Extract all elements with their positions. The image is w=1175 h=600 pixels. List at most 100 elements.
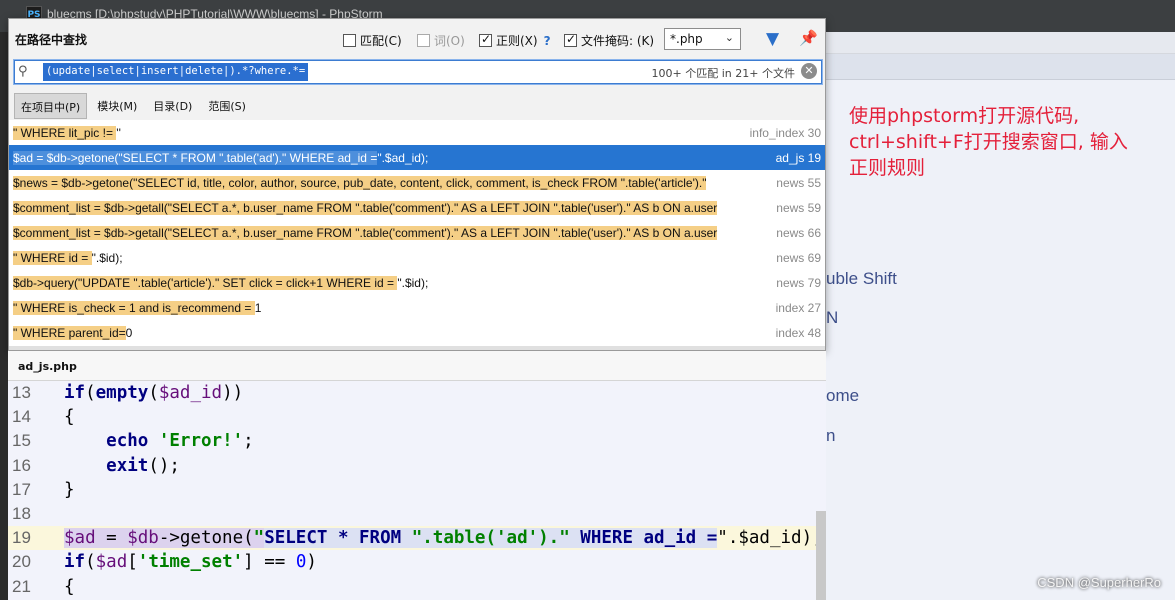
code-line: 18	[8, 502, 826, 526]
code-token: (	[85, 383, 96, 404]
result-row[interactable]: " WHERE id = ".$id); news 69	[9, 245, 825, 270]
popup-splitter[interactable]	[9, 346, 825, 350]
filter-icon[interactable]: ▼	[766, 29, 779, 49]
match-highlight: ".table('comment')." AS a LEFT JOIN	[355, 225, 554, 240]
preview-scrollbar[interactable]	[816, 511, 826, 600]
code-text: $ad = $db->getone("SELECT * FROM ".table…	[56, 528, 823, 549]
code-token: [	[127, 552, 138, 573]
code-text: exit();	[56, 456, 180, 476]
code-token: if	[64, 552, 86, 573]
file-mask-checkbox[interactable]	[564, 32, 577, 47]
code-token: =	[95, 528, 128, 549]
result-row[interactable]: $comment_list = $db->getall("SELECT a.*,…	[9, 195, 825, 220]
code-line: 13 if(empty($ad_id))	[8, 381, 826, 405]
match-highlight: ".table('user')." AS b ON a.user	[553, 225, 718, 240]
match-highlight: $ad = $db->getone("SELECT * FROM	[13, 150, 220, 165]
file-mask-select[interactable]: *.php ⌄	[664, 28, 741, 50]
code-text: {	[56, 577, 75, 597]
code-token: empty	[95, 383, 149, 404]
pin-icon[interactable]: 📌	[799, 29, 818, 47]
regex-help-icon[interactable]: ?	[544, 34, 551, 48]
result-text-part: ".$id);	[397, 275, 429, 290]
search-icon[interactable]: ⚲	[18, 64, 28, 79]
match-highlight: ".table('user')." AS b ON a.user	[553, 200, 718, 215]
tab-module[interactable]: 模块(M)	[91, 93, 143, 119]
match-case-checkbox[interactable]	[343, 34, 356, 47]
result-text-part: 1	[254, 300, 262, 315]
result-row[interactable]: $news = $db->getone("SELECT id, title, c…	[9, 170, 825, 195]
annotation-line: ctrl+shift+F打开搜索窗口, 输入	[849, 131, 1128, 153]
result-row[interactable]: " WHERE lit_pic != '' info_index 30	[9, 120, 825, 145]
chevron-down-icon: ⌄	[724, 31, 734, 44]
regex-label: 正则(X)	[496, 34, 538, 48]
code-line: 14 {	[8, 405, 826, 429]
words-option: 词(O)	[417, 32, 465, 49]
match-highlight: " WHERE id =	[13, 250, 92, 265]
watermark: CSDN @SuperherRo	[1037, 575, 1161, 590]
regex-option[interactable]: 正则(X) ?	[479, 32, 551, 49]
code-token: if	[64, 383, 86, 404]
code-token: }	[64, 479, 75, 500]
result-text: $comment_list = $db->getall("SELECT a.*,…	[9, 225, 729, 240]
code-token: SELECT * FROM	[264, 528, 412, 549]
tutorial-annotation: 使用phpstorm打开源代码, ctrl+shift+F打开搜索窗口, 输入 …	[849, 103, 1169, 181]
result-row[interactable]: $db->query("UPDATE ".table('article')." …	[9, 270, 825, 295]
match-highlight: ".table('comment')." AS a LEFT JOIN	[355, 200, 554, 215]
line-number: 15	[12, 431, 31, 451]
result-text-part: ".$id);	[91, 250, 123, 265]
result-row[interactable]: $ad = $db->getone("SELECT * FROM ".table…	[9, 145, 825, 170]
code-line: 20 if($ad['time_set'] == 0)	[8, 550, 826, 574]
file-mask-value: *.php	[670, 32, 703, 46]
code-token: echo	[106, 431, 149, 452]
result-file: news 79	[776, 275, 821, 290]
ide-tab-strip	[826, 54, 1175, 80]
result-file: news 66	[776, 225, 821, 240]
search-input[interactable]: (update|select|insert|delete|).*?where.*…	[43, 63, 309, 81]
code-token: exit	[106, 455, 149, 476]
code-token: ->getone(	[158, 528, 254, 549]
search-field[interactable]: ⚲ (update|select|insert|delete|).*?where…	[14, 60, 822, 84]
code-token: ".$ad_id);	[717, 528, 823, 549]
result-text-part: ".$ad_id);	[377, 150, 429, 165]
clear-icon[interactable]: ✕	[801, 63, 817, 79]
code-token: WHERE ad_id =	[569, 528, 718, 549]
result-row[interactable]: $comment_list = $db->getall("SELECT a.*,…	[9, 220, 825, 245]
match-highlight: ".table('article')." SET click = click+1…	[133, 275, 398, 290]
result-row[interactable]: " WHERE parent_id=0 index 48	[9, 320, 825, 345]
tab-project[interactable]: 在项目中(P)	[14, 93, 88, 119]
tab-scope[interactable]: 范围(S)	[202, 93, 252, 119]
code-line: 15 echo 'Error!';	[8, 429, 826, 453]
match-highlight: ".table('ad')." WHERE ad_id =	[219, 150, 378, 165]
code-token: ;	[243, 431, 254, 452]
match-case-option[interactable]: 匹配(C)	[343, 32, 402, 49]
result-text: $db->query("UPDATE ".table('article')." …	[9, 275, 729, 290]
match-highlight: " WHERE parent_id=	[13, 325, 126, 340]
result-row[interactable]: " WHERE is_check = 1 and is_recommend = …	[9, 295, 825, 320]
ide-menu-bar	[826, 32, 1175, 54]
line-number: 20	[12, 552, 31, 572]
code-token: (	[85, 552, 96, 573]
annotation-line: 正则规则	[849, 157, 926, 179]
tab-directory[interactable]: 目录(D)	[147, 93, 198, 119]
line-number: 16	[12, 455, 31, 475]
result-text: " WHERE parent_id=0	[9, 325, 729, 340]
line-number: 21	[12, 576, 31, 596]
result-file: index 48	[775, 325, 821, 340]
line-number: 14	[12, 407, 31, 427]
code-token: {	[64, 576, 75, 597]
code-line: 21 {	[8, 575, 826, 599]
ide-hint-fragment: uble Shift	[826, 269, 897, 288]
regex-checkbox[interactable]	[479, 32, 492, 47]
file-mask-option[interactable]: 文件掩码: (K)	[564, 32, 654, 49]
line-number: 18	[12, 504, 31, 524]
result-text: " WHERE is_check = 1 and is_recommend = …	[9, 300, 729, 315]
code-token: "	[253, 528, 265, 549]
ide-hint-fragment: ome	[826, 386, 860, 405]
popup-header[interactable]: 在路径中查找 匹配(C) 词(O) 正则(X) ? 文件掩码: (K) *.ph…	[9, 19, 825, 57]
result-file: index 27	[775, 300, 821, 315]
result-file: ad_js 19	[775, 150, 821, 165]
code-preview[interactable]: 13 if(empty($ad_id)) 14{15 echo 'Error!'; 1…	[8, 381, 826, 600]
find-in-path-popup: 在路径中查找 匹配(C) 词(O) 正则(X) ? 文件掩码: (K) *.ph…	[8, 18, 826, 351]
